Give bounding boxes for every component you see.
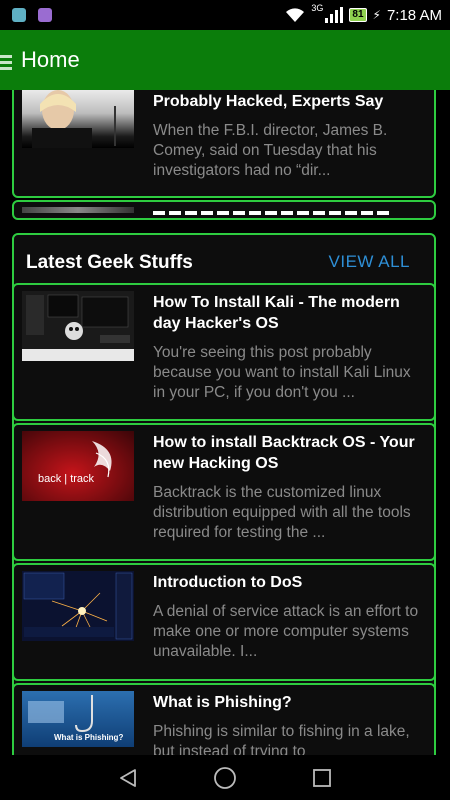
post-card[interactable]: back | track How to install Backtrack OS… — [12, 423, 436, 561]
charging-icon: ⚡ — [372, 8, 381, 22]
backtrack-logo-text: back | track — [38, 473, 95, 485]
notification-app-icon — [38, 8, 52, 22]
menu-icon[interactable] — [0, 52, 12, 70]
app-bar: Home — [0, 30, 450, 90]
post-title: Probably Hacked, Experts Say — [153, 93, 384, 110]
post-excerpt: When the F.B.I. director, James B. Comey… — [153, 122, 388, 179]
post-excerpt: You're seeing this post probably because… — [153, 344, 411, 401]
post-card[interactable] — [12, 200, 436, 220]
post-title: Introduction to DoS — [153, 574, 303, 591]
navigation-bar — [0, 755, 450, 800]
post-thumbnail — [22, 90, 134, 148]
post-excerpt: Backtrack is the customized linux distri… — [153, 484, 411, 541]
post-card[interactable]: Introduction to DoS A denial of service … — [12, 563, 436, 681]
post-title — [153, 211, 393, 215]
back-button[interactable] — [114, 764, 142, 792]
post-thumbnail-phishing: What is Phishing? — [22, 691, 134, 747]
page-title: Home — [21, 47, 80, 72]
recents-button[interactable] — [308, 764, 336, 792]
post-title: How to install Backtrack OS - Your new H… — [153, 434, 415, 472]
post-excerpt: Phishing is similar to fishing in a lake… — [153, 723, 410, 755]
clock: 7:18 AM — [386, 6, 442, 24]
post-card[interactable]: Probably Hacked, Experts Say When the F.… — [12, 90, 436, 198]
home-button[interactable] — [211, 764, 239, 792]
post-title: How To Install Kali - The modern day Hac… — [153, 294, 400, 332]
back-triangle-icon — [120, 768, 137, 787]
post-thumbnail-kali — [22, 291, 134, 361]
post-thumbnail — [22, 207, 134, 213]
post-card[interactable]: What is Phishing? What is Phishing? Phis… — [12, 683, 436, 755]
phishing-thumb-text: What is Phishing? — [54, 733, 124, 742]
post-title: What is Phishing? — [153, 694, 292, 711]
battery-icon: 81 — [349, 8, 367, 22]
wifi-icon — [286, 8, 305, 22]
notification-app-icon — [12, 8, 26, 22]
status-bar: 3G 81 ⚡ 7:18 AM — [0, 0, 450, 30]
post-card[interactable]: How To Install Kali - The modern day Hac… — [12, 283, 436, 421]
post-thumbnail-backtrack: back | track — [22, 431, 134, 501]
post-excerpt: A denial of service attack is an effort … — [153, 603, 419, 660]
home-circle-icon — [214, 766, 236, 789]
network-type: 3G — [311, 3, 324, 13]
view-all-link[interactable]: VIEW ALL — [329, 252, 410, 272]
post-thumbnail-dos — [22, 571, 134, 641]
recents-square-icon — [312, 768, 331, 787]
section-title: Latest Geek Stuffs — [26, 252, 193, 273]
content-scroll[interactable]: Probably Hacked, Experts Say When the F.… — [0, 90, 450, 755]
signal-icon — [325, 7, 344, 23]
